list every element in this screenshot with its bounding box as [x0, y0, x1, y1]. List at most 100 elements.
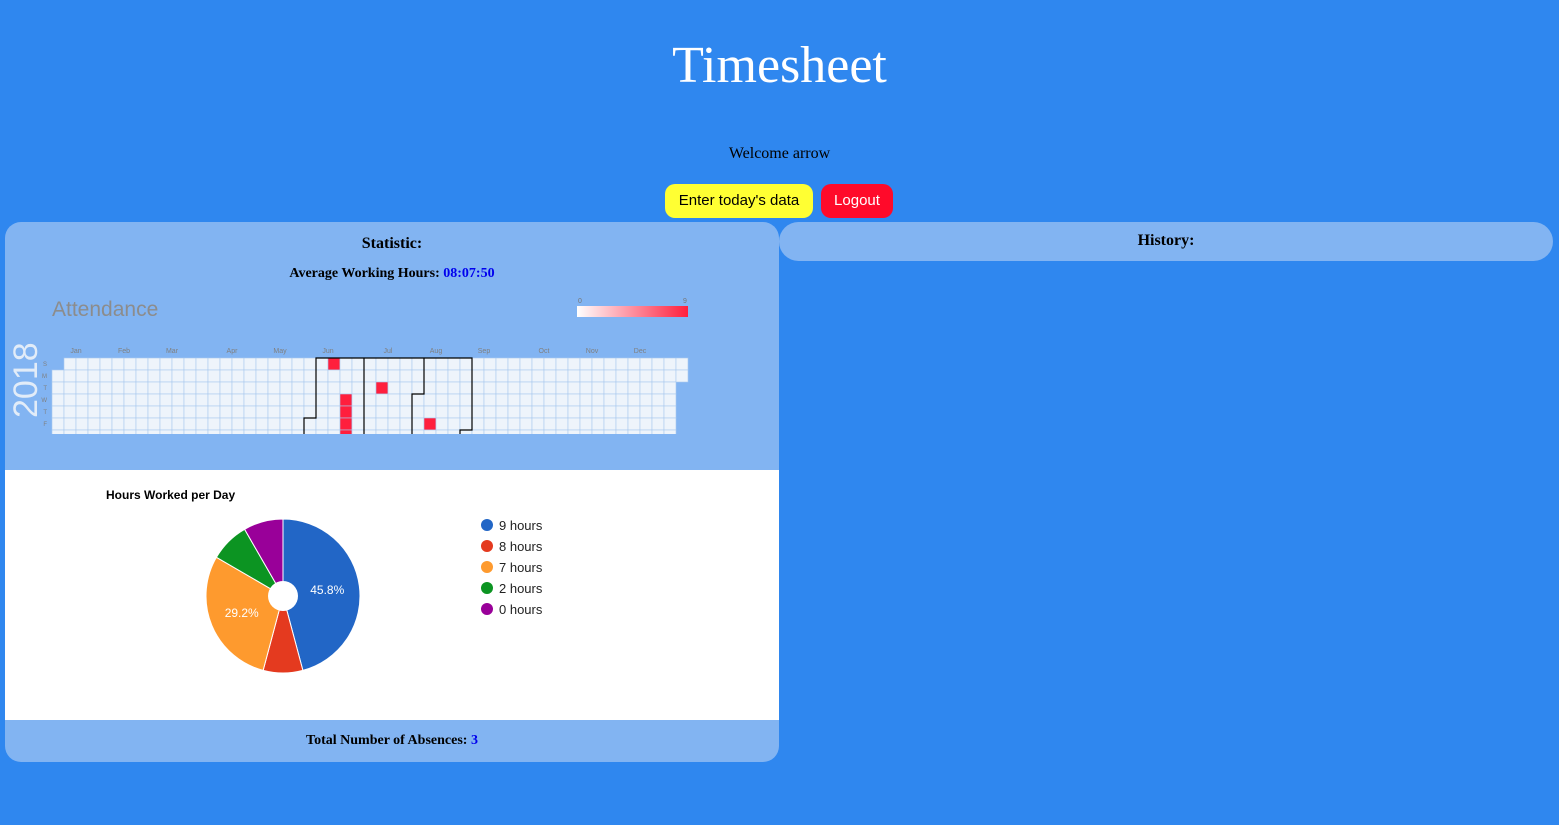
calendar-day-cell[interactable] — [63, 405, 77, 419]
calendar-day-cell[interactable] — [195, 405, 209, 419]
calendar-day-cell[interactable] — [303, 369, 317, 383]
calendar-day-cell[interactable] — [423, 381, 437, 395]
calendar-day-cell[interactable] — [651, 393, 665, 407]
calendar-day-cell[interactable] — [327, 369, 341, 383]
calendar-day-cell[interactable] — [75, 417, 89, 431]
calendar-day-cell[interactable] — [183, 381, 197, 395]
calendar-day-cell[interactable] — [207, 393, 221, 407]
calendar-day-cell[interactable] — [351, 381, 365, 395]
calendar-day-cell[interactable] — [507, 393, 521, 407]
calendar-day-cell[interactable] — [435, 369, 449, 383]
calendar-day-cell[interactable] — [195, 381, 209, 395]
calendar-day-cell[interactable] — [519, 381, 533, 395]
calendar-day-cell[interactable] — [243, 357, 257, 371]
calendar-day-cell[interactable] — [123, 429, 137, 434]
calendar-day-cell[interactable] — [375, 369, 389, 383]
calendar-day-cell-filled[interactable] — [339, 405, 353, 419]
calendar-day-cell[interactable] — [411, 357, 425, 371]
calendar-day-cell[interactable] — [387, 357, 401, 371]
calendar-day-cell[interactable] — [171, 369, 185, 383]
calendar-day-cell[interactable] — [399, 417, 413, 431]
calendar-day-cell[interactable] — [399, 369, 413, 383]
calendar-day-cell[interactable] — [291, 405, 305, 419]
calendar-day-cell[interactable] — [531, 381, 545, 395]
calendar-day-cell[interactable] — [183, 405, 197, 419]
calendar-day-cell[interactable] — [135, 429, 149, 434]
calendar-day-cell[interactable] — [567, 429, 581, 434]
calendar-day-cell[interactable] — [63, 357, 77, 371]
calendar-day-cell[interactable] — [423, 405, 437, 419]
calendar-day-cell[interactable] — [135, 405, 149, 419]
calendar-day-cell[interactable] — [87, 417, 101, 431]
calendar-day-cell[interactable] — [291, 381, 305, 395]
calendar-day-cell[interactable] — [315, 369, 329, 383]
calendar-day-cell[interactable] — [495, 405, 509, 419]
calendar-day-cell[interactable] — [207, 405, 221, 419]
calendar-day-cell[interactable] — [423, 393, 437, 407]
calendar-day-cell[interactable] — [219, 369, 233, 383]
calendar-day-cell[interactable] — [531, 369, 545, 383]
calendar-day-cell[interactable] — [639, 417, 653, 431]
calendar-day-cell[interactable] — [591, 369, 605, 383]
calendar-day-cell[interactable] — [459, 381, 473, 395]
calendar-day-cell[interactable] — [303, 381, 317, 395]
calendar-day-cell[interactable] — [423, 357, 437, 371]
calendar-day-cell-filled[interactable] — [375, 381, 389, 395]
calendar-day-cell[interactable] — [375, 429, 389, 434]
calendar-day-cell[interactable] — [411, 429, 425, 434]
calendar-day-cell-filled[interactable] — [327, 357, 341, 371]
calendar-day-cell[interactable] — [495, 417, 509, 431]
calendar-day-cell[interactable] — [411, 381, 425, 395]
calendar-day-cell[interactable] — [327, 405, 341, 419]
calendar-day-cell[interactable] — [123, 369, 137, 383]
calendar-day-cell[interactable] — [243, 417, 257, 431]
calendar-day-cell[interactable] — [615, 393, 629, 407]
calendar-day-cell[interactable] — [651, 357, 665, 371]
calendar-day-cell[interactable] — [51, 405, 65, 419]
calendar-day-cell[interactable] — [627, 405, 641, 419]
calendar-day-cell[interactable] — [639, 429, 653, 434]
calendar-day-cell[interactable] — [447, 393, 461, 407]
calendar-day-cell[interactable] — [603, 357, 617, 371]
calendar-day-cell[interactable] — [111, 429, 125, 434]
calendar-day-cell[interactable] — [111, 393, 125, 407]
calendar-day-cell[interactable] — [255, 429, 269, 434]
calendar-day-cell[interactable] — [303, 417, 317, 431]
calendar-day-cell[interactable] — [363, 381, 377, 395]
calendar-day-cell[interactable] — [99, 417, 113, 431]
calendar-day-cell[interactable] — [579, 405, 593, 419]
calendar-day-cell[interactable] — [507, 357, 521, 371]
calendar-day-cell[interactable] — [231, 417, 245, 431]
calendar-day-cell[interactable] — [603, 417, 617, 431]
calendar-day-cell[interactable] — [351, 357, 365, 371]
calendar-day-cell[interactable] — [147, 429, 161, 434]
calendar-day-cell[interactable] — [291, 429, 305, 434]
calendar-day-cell[interactable] — [435, 381, 449, 395]
calendar-day-cell[interactable] — [279, 381, 293, 395]
calendar-day-cell[interactable] — [675, 357, 689, 371]
calendar-day-cell[interactable] — [195, 393, 209, 407]
calendar-day-cell[interactable] — [51, 393, 65, 407]
calendar-day-cell[interactable] — [123, 381, 137, 395]
calendar-day-cell[interactable] — [279, 369, 293, 383]
calendar-day-cell[interactable] — [351, 369, 365, 383]
calendar-day-cell[interactable] — [243, 405, 257, 419]
calendar-day-cell[interactable] — [543, 369, 557, 383]
calendar-day-cell[interactable] — [267, 381, 281, 395]
calendar-day-cell[interactable] — [75, 369, 89, 383]
calendar-day-cell[interactable] — [471, 417, 485, 431]
calendar-day-cell[interactable] — [171, 417, 185, 431]
calendar-day-cell[interactable] — [375, 393, 389, 407]
calendar-day-cell[interactable] — [603, 393, 617, 407]
calendar-day-cell[interactable] — [507, 429, 521, 434]
calendar-day-cell[interactable] — [195, 369, 209, 383]
calendar-day-cell[interactable] — [651, 369, 665, 383]
calendar-day-cell[interactable] — [495, 369, 509, 383]
calendar-day-cell[interactable] — [579, 393, 593, 407]
calendar-day-cell[interactable] — [339, 357, 353, 371]
calendar-day-cell[interactable] — [363, 357, 377, 371]
calendar-day-cell[interactable] — [567, 369, 581, 383]
calendar-day-cell[interactable] — [279, 393, 293, 407]
calendar-day-cell[interactable] — [123, 357, 137, 371]
calendar-day-cell[interactable] — [435, 417, 449, 431]
